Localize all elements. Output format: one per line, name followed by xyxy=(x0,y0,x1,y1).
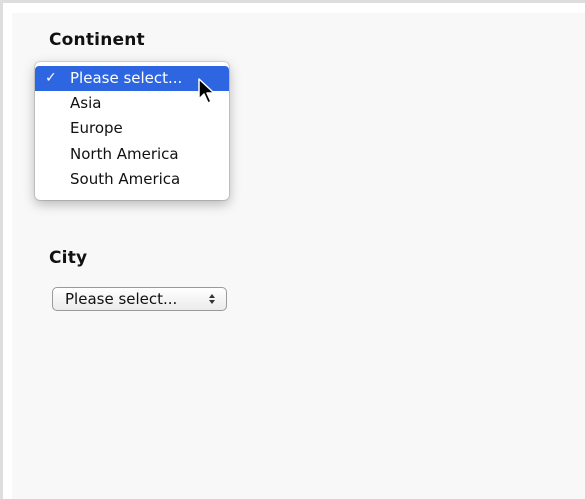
city-select[interactable]: Please select... xyxy=(52,287,227,311)
continent-label: Continent xyxy=(49,30,145,50)
continent-option-north-america[interactable]: North America xyxy=(35,142,229,167)
option-label: South America xyxy=(70,170,181,188)
option-label: Europe xyxy=(70,119,123,137)
continent-option-europe[interactable]: Europe xyxy=(35,116,229,141)
up-down-arrows-icon xyxy=(209,294,215,304)
option-label: Please select... xyxy=(70,69,183,87)
continent-option-south-america[interactable]: South America xyxy=(35,167,229,192)
city-select-value: Please select... xyxy=(65,290,178,308)
city-label: City xyxy=(49,248,88,268)
option-label: North America xyxy=(70,145,179,163)
option-label: Asia xyxy=(70,94,102,112)
checkmark-icon: ✓ xyxy=(45,70,57,86)
mouse-pointer-icon xyxy=(198,78,215,104)
